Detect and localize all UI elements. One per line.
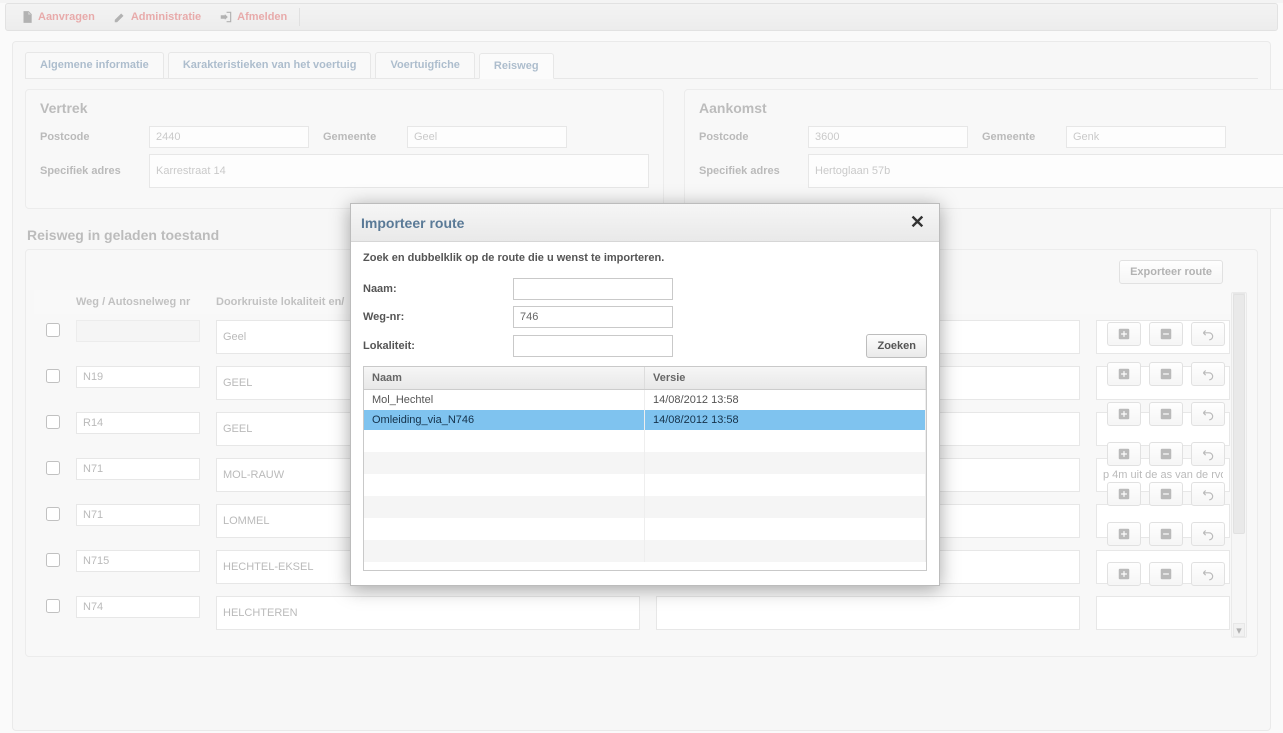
result-naam: Omleiding_via_N746 [364, 410, 645, 430]
result-row[interactable]: Omleiding_via_N746 14/08/2012 13:58 [364, 410, 926, 430]
results-body: Mol_Hechtel 14/08/2012 13:58 Omleiding_v… [364, 390, 926, 570]
label-wegnr: Weg-nr: [363, 311, 513, 323]
label-naam: Naam: [363, 283, 513, 295]
close-icon[interactable]: ✕ [906, 212, 929, 233]
import-route-modal: Importeer route ✕ Zoek en dubbelklik op … [350, 203, 940, 586]
result-versie: 14/08/2012 13:58 [645, 410, 926, 430]
result-row-empty [364, 474, 926, 496]
modal-title: Importeer route [361, 215, 464, 231]
results-grid: Naam Versie Mol_Hechtel 14/08/2012 13:58… [363, 366, 927, 571]
zoeken-button[interactable]: Zoeken [866, 334, 927, 358]
result-row-empty [364, 540, 926, 562]
lokaliteit-input[interactable] [513, 335, 673, 357]
col-naam: Naam [364, 367, 645, 389]
result-row-empty [364, 496, 926, 518]
modal-hint: Zoek en dubbelklik op de route die u wen… [363, 252, 927, 264]
wegnr-input[interactable] [513, 306, 673, 328]
naam-input[interactable] [513, 278, 673, 300]
result-row-empty [364, 430, 926, 452]
label-lokaliteit: Lokaliteit: [363, 340, 513, 352]
result-naam: Mol_Hechtel [364, 390, 645, 410]
result-row-empty [364, 452, 926, 474]
result-versie: 14/08/2012 13:58 [645, 390, 926, 410]
col-versie: Versie [645, 367, 926, 389]
result-row-empty [364, 518, 926, 540]
result-row[interactable]: Mol_Hechtel 14/08/2012 13:58 [364, 390, 926, 410]
